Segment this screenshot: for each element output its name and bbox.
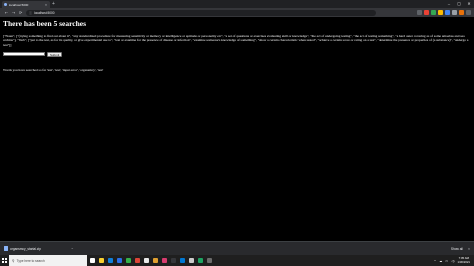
download-options-icon[interactable]: ^ xyxy=(71,247,74,251)
pinned-apps xyxy=(90,258,212,263)
taskbar-app-icon-0[interactable] xyxy=(90,258,95,263)
taskbar-app-icon-12[interactable] xyxy=(198,258,203,263)
taskbar-app-icon-13[interactable] xyxy=(207,258,212,263)
extension-icon-4[interactable] xyxy=(445,10,450,15)
search-form: Submit xyxy=(3,51,471,57)
show-all-button[interactable]: Show all xyxy=(451,247,463,251)
start-button[interactable] xyxy=(0,255,9,266)
tab-title: localhost:5000 xyxy=(9,2,29,7)
taskbar-app-icon-4[interactable] xyxy=(126,258,131,263)
tab-favicon-icon xyxy=(4,3,7,6)
taskbar-app-icon-2[interactable] xyxy=(108,258,113,263)
taskbar-app-icon-6[interactable] xyxy=(144,258,149,263)
clock-date: 1/30/2021 xyxy=(457,259,470,264)
site-info-icon[interactable]: ⓘ xyxy=(29,11,32,15)
taskbar-app-icon-9[interactable] xyxy=(171,258,176,263)
cloud-icon[interactable]: ☁ xyxy=(439,259,442,263)
extension-icon-1[interactable] xyxy=(424,10,429,15)
maximize-button[interactable]: ▢ xyxy=(454,0,464,8)
downloads-shelf: organsmcy_startal.zip ^ Show all × xyxy=(0,241,474,255)
taskbar-app-icon-11[interactable] xyxy=(189,258,194,263)
back-button[interactable]: ← xyxy=(3,10,10,15)
download-item[interactable]: organsmcy_startal.zip ^ xyxy=(4,246,74,251)
browser-tab[interactable]: localhost:5000 × xyxy=(2,1,50,8)
page-content: There has been 5 searches ["Noun", ["(tr… xyxy=(3,18,471,241)
clock[interactable]: 7:05 AM 1/30/2021 xyxy=(457,257,470,264)
extension-icon-3[interactable] xyxy=(438,10,443,15)
tray-overflow-icon[interactable]: ^ xyxy=(434,259,437,263)
address-bar[interactable]: ⓘ localhost:5000 xyxy=(26,9,376,16)
search-input[interactable] xyxy=(3,52,45,57)
taskbar-search-placeholder[interactable]: Type here to search xyxy=(17,259,45,263)
taskbar-app-icon-5[interactable] xyxy=(135,258,140,263)
taskbar-app-icon-8[interactable] xyxy=(162,258,167,263)
extension-icon-7[interactable] xyxy=(466,10,471,15)
forward-button[interactable]: → xyxy=(10,10,17,15)
system-tray: ^ ☁ ▭ ◁) 7:05 AM 1/30/2021 xyxy=(434,257,474,264)
new-tab-button[interactable]: + xyxy=(52,1,55,7)
battery-icon[interactable]: ▭ xyxy=(445,259,448,263)
browser-toolbar: ← → ⟳ ⓘ localhost:5000 xyxy=(0,8,474,17)
extension-icon-6[interactable] xyxy=(459,10,464,15)
reload-button[interactable]: ⟳ xyxy=(17,10,24,15)
page-heading: There has been 5 searches xyxy=(3,19,87,28)
browser-tab-strip: localhost:5000 × + – ▢ ✕ xyxy=(0,0,474,8)
volume-icon[interactable]: ◁) xyxy=(451,259,454,263)
submit-button[interactable]: Submit xyxy=(47,51,63,57)
taskbar-app-icon-10[interactable] xyxy=(180,258,185,263)
windows-logo-icon xyxy=(2,258,7,263)
minimize-button[interactable]: – xyxy=(444,0,454,8)
taskbar-app-icon-1[interactable] xyxy=(99,258,104,263)
taskbar: ⚲ Type here to search ^ ☁ ▭ ◁) 7:05 AM 1… xyxy=(0,255,474,266)
search-icon: ⚲ xyxy=(12,258,15,263)
taskbar-search[interactable]: ⚲ Type here to search xyxy=(9,255,87,266)
extension-icon-0[interactable] xyxy=(417,10,422,15)
file-icon xyxy=(4,246,8,251)
close-shelf-icon[interactable]: × xyxy=(468,247,470,251)
searched-words-text: Words you have searched so far 'test', '… xyxy=(3,67,104,72)
definitions-text: ["Noun", ["(trying something to find out… xyxy=(3,34,469,47)
download-file-name[interactable]: organsmcy_startal.zip xyxy=(10,247,41,251)
taskbar-app-icon-3[interactable] xyxy=(117,258,122,263)
taskbar-app-icon-7[interactable] xyxy=(153,258,158,263)
tab-close-icon[interactable]: × xyxy=(45,3,47,7)
extension-icon-5[interactable] xyxy=(452,10,457,15)
close-window-button[interactable]: ✕ xyxy=(464,0,474,8)
extension-icon-2[interactable] xyxy=(431,10,436,15)
address-url[interactable]: localhost:5000 xyxy=(34,11,55,15)
extensions-area xyxy=(417,10,471,15)
window-controls: – ▢ ✕ xyxy=(444,0,474,8)
